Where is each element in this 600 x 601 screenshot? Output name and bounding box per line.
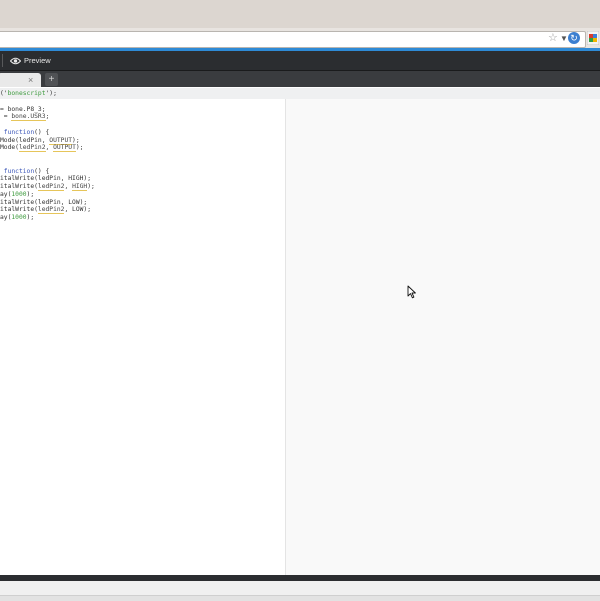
code-line[interactable]: = bone.USR3;: [0, 113, 95, 122]
code-token: , LOW);: [64, 206, 92, 214]
code-line[interactable]: italWrite(ledPin, HIGH);: [0, 175, 95, 183]
code-line[interactable]: italWrite(ledPin2, LOW);: [0, 206, 95, 215]
code-token: );: [75, 144, 84, 152]
code-line[interactable]: italWrite(ledPin, LOW);: [0, 199, 95, 207]
preview-pane[interactable]: [285, 99, 600, 575]
code-token: ');: [45, 90, 57, 97]
code-token: italWrite(: [0, 206, 38, 214]
code-token: italWrite(ledPin, HIGH);: [0, 175, 91, 183]
ide-header: [0, 51, 600, 71]
code-line[interactable]: ('bonescript');: [0, 90, 95, 98]
code-token: bone.USR3: [11, 113, 46, 122]
star-icon[interactable]: ☆: [548, 32, 558, 45]
new-tab-button[interactable]: +: [45, 73, 58, 86]
code-line[interactable]: Mode(ledPin2, OUTPUT);: [0, 144, 95, 153]
code-line[interactable]: italWrite(ledPin2, HIGH);: [0, 183, 95, 191]
code-token: (': [0, 90, 8, 97]
code-token: ledPin2: [18, 144, 46, 153]
address-bar[interactable]: [0, 31, 586, 48]
code-line[interactable]: [0, 160, 95, 168]
preview-label: Preview: [24, 56, 51, 65]
close-icon[interactable]: ×: [28, 74, 33, 86]
code-token: ledPin2: [37, 206, 65, 215]
code-token: () {: [34, 167, 50, 175]
mouse-cursor-icon: [407, 285, 416, 299]
code-line[interactable]: function() {: [0, 129, 95, 137]
code-token: Mode(ledPin,: [0, 136, 50, 144]
code-token: =: [0, 113, 12, 121]
extension-icon[interactable]: [587, 31, 599, 45]
code-token: ledPin2: [37, 183, 65, 191]
code-token: 1000: [11, 214, 27, 221]
code-token: );: [72, 136, 80, 144]
header-divider: [2, 54, 3, 67]
tab-active[interactable]: [0, 73, 41, 87]
code-token: HIGH: [72, 183, 88, 191]
code-token: = bone.P8_3;: [0, 105, 46, 113]
code-token: OUTPUT: [53, 144, 76, 153]
browser-title-bar: [0, 0, 600, 28]
preview-button[interactable]: Preview: [10, 54, 51, 67]
code-line[interactable]: [0, 98, 95, 106]
code-token: );: [26, 214, 35, 221]
code-line[interactable]: [0, 152, 95, 160]
reload-icon[interactable]: ↻: [568, 32, 580, 44]
code-line[interactable]: function() {: [0, 168, 95, 176]
code-token: ay(: [0, 190, 12, 198]
code-text[interactable]: ('bonescript'); = bone.P8_3; = bone.USR3…: [0, 90, 95, 222]
code-line[interactable]: ay(1000);: [0, 191, 95, 199]
tab-bar: [0, 71, 600, 87]
code-line[interactable]: ay(1000);: [0, 214, 95, 222]
code-line[interactable]: Mode(ledPin, OUTPUT);: [0, 136, 95, 145]
code-token: 1000: [11, 190, 27, 198]
code-token: () {: [34, 128, 50, 136]
code-token: italWrite(: [0, 183, 38, 190]
code-token: );: [87, 183, 95, 190]
code-token: italWrite(ledPin, LOW);: [0, 198, 88, 206]
code-line[interactable]: = bone.P8_3;: [0, 106, 95, 114]
code-token: ay(: [0, 214, 12, 221]
code-token: ,: [45, 144, 54, 152]
chevron-down-icon[interactable]: ▼: [560, 32, 568, 45]
code-token: function: [3, 167, 35, 175]
eye-icon: [10, 57, 21, 64]
code-line[interactable]: [0, 121, 95, 129]
code-token: bonescript: [7, 90, 46, 97]
code-token: ,: [64, 183, 73, 190]
code-token: Mode(: [0, 144, 19, 152]
window-bottom-edge: [0, 595, 600, 601]
code-token: );: [26, 190, 35, 198]
code-token: function: [3, 128, 35, 136]
code-token: ;: [45, 113, 50, 121]
